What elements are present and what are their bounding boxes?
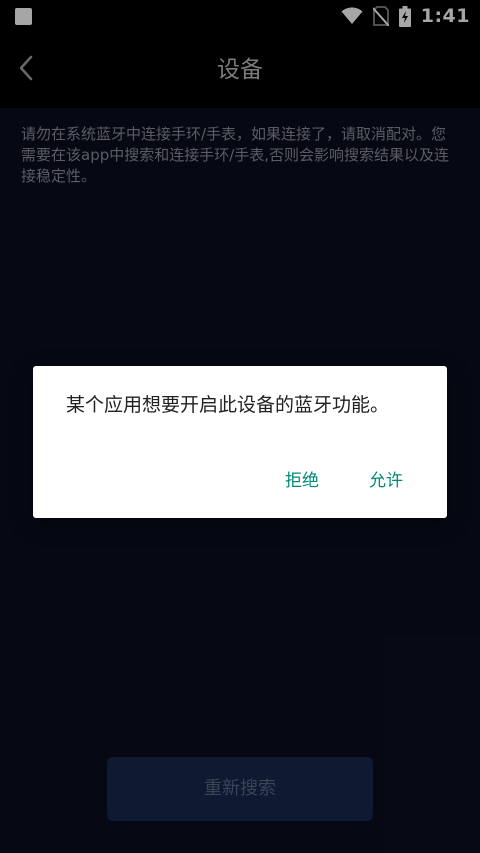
dialog-message: 某个应用想要开启此设备的蓝牙功能。	[66, 394, 390, 416]
bluetooth-permission-dialog: 某个应用想要开启此设备的蓝牙功能。 拒绝 允许	[33, 366, 447, 518]
deny-button[interactable]: 拒绝	[277, 464, 327, 498]
allow-button[interactable]: 允许	[361, 464, 411, 498]
